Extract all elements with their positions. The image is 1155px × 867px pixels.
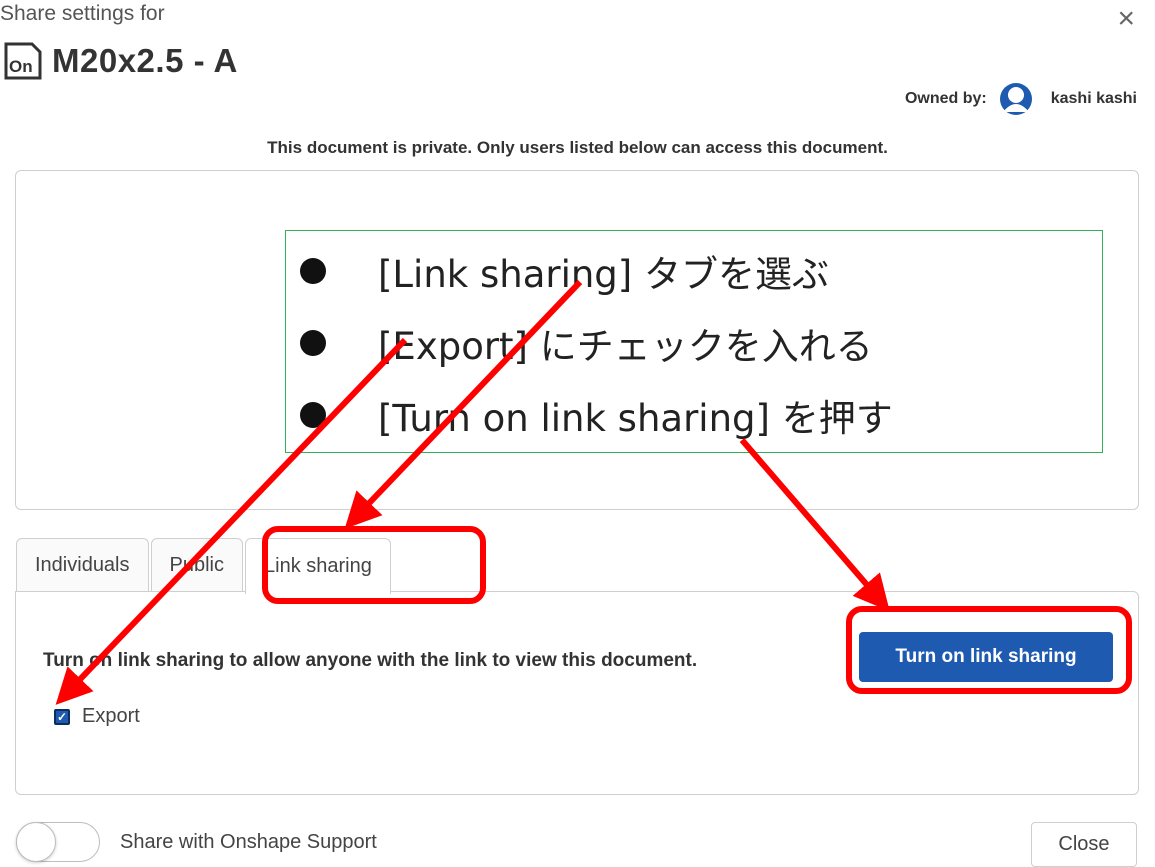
share-with-support-label: Share with Onshape Support bbox=[120, 830, 377, 853]
instruction-text: [Export] にチェックを入れる bbox=[378, 325, 873, 368]
tab-link-sharing[interactable]: Link sharing bbox=[245, 538, 391, 594]
owner-label: Owned by: bbox=[904, 90, 987, 107]
instruction-box: [Link sharing] タブを選ぶ [Export] にチェックを入れる … bbox=[285, 230, 1103, 453]
owner-name[interactable]: kashi kashi bbox=[1051, 90, 1137, 108]
instruction-text: [Link sharing] タブを選ぶ bbox=[378, 253, 829, 296]
onshape-doc-icon: On bbox=[4, 42, 42, 80]
export-option[interactable]: ✓ Export bbox=[54, 705, 140, 728]
tab-public[interactable]: Public bbox=[150, 538, 243, 592]
tab-individuals[interactable]: Individuals bbox=[16, 538, 149, 592]
title-row: On M20x2.5 - A bbox=[2, 40, 238, 82]
turn-on-link-sharing-button[interactable]: Turn on link sharing bbox=[859, 632, 1113, 682]
privacy-note: This document is private. Only users lis… bbox=[267, 138, 888, 157]
support-share-toggle-row: Share with Onshape Support bbox=[16, 822, 377, 862]
dialog-subtitle: Share settings for bbox=[0, 2, 165, 25]
avatar bbox=[999, 83, 1032, 115]
bullet-icon bbox=[300, 402, 326, 428]
export-checkbox[interactable]: ✓ bbox=[54, 708, 70, 725]
close-button[interactable]: Close bbox=[1031, 822, 1137, 867]
instruction-list: [Link sharing] タブを選ぶ [Export] にチェックを入れる … bbox=[300, 235, 893, 451]
share-tabs: Individuals Public Link sharing bbox=[16, 538, 393, 594]
instruction-step: [Turn on link sharing] を押す bbox=[300, 379, 893, 451]
owner-info: Owned by: kashi kashi bbox=[905, 82, 1137, 116]
close-icon[interactable]: × bbox=[1117, 4, 1135, 34]
instruction-text: [Turn on link sharing] を押す bbox=[378, 397, 893, 440]
export-label: Export bbox=[82, 705, 140, 727]
instruction-step: [Link sharing] タブを選ぶ bbox=[300, 235, 893, 307]
share-with-support-toggle[interactable] bbox=[16, 822, 100, 862]
toggle-knob bbox=[16, 822, 56, 862]
bullet-icon bbox=[300, 258, 326, 284]
doc-icon-text: On bbox=[9, 57, 33, 76]
link-sharing-panel: Turn on link sharing to allow anyone wit… bbox=[15, 591, 1139, 795]
link-sharing-description: Turn on link sharing to allow anyone wit… bbox=[43, 650, 698, 671]
instruction-step: [Export] にチェックを入れる bbox=[300, 307, 893, 379]
bullet-icon bbox=[300, 330, 326, 356]
document-title: M20x2.5 - A bbox=[52, 42, 238, 79]
